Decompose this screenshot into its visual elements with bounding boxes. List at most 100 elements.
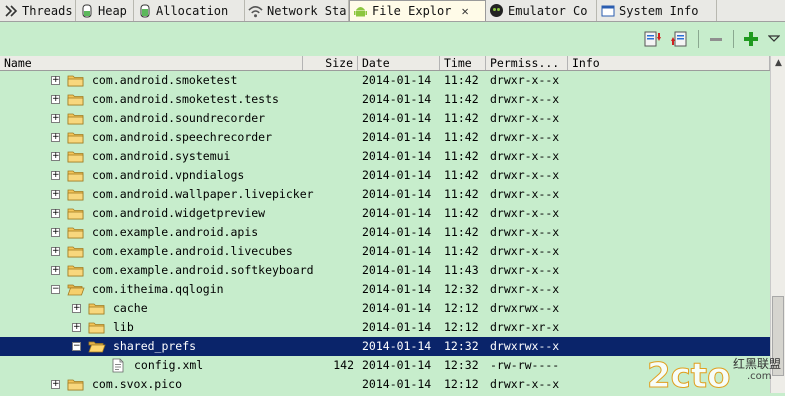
column-header-time[interactable]: Time xyxy=(440,56,486,70)
pull-file-button[interactable] xyxy=(643,29,663,49)
column-header-size[interactable]: Size xyxy=(303,56,358,70)
view-menu-icon xyxy=(768,35,780,42)
table-row[interactable]: + com.android.widgetpreview 2014-01-14 11:4… xyxy=(0,204,770,223)
expand-toggle-icon[interactable]: + xyxy=(72,323,81,332)
table-row[interactable]: + com.android.vpndialogs 2014-01-14 11:42 dr… xyxy=(0,166,770,185)
row-permissions: drwxr-x--x xyxy=(490,130,560,144)
open-folder-icon xyxy=(67,282,85,297)
scroll-up-arrow-icon[interactable]: ▲ xyxy=(772,57,785,70)
row-permissions: drwxr-x--x xyxy=(490,225,560,239)
row-date: 2014-01-14 xyxy=(362,130,432,144)
expand-toggle-icon[interactable]: + xyxy=(51,209,60,218)
row-name: cache xyxy=(113,301,148,315)
view-menu-button[interactable] xyxy=(766,29,782,49)
tab-label: Threads xyxy=(22,3,73,18)
row-time: 11:42 xyxy=(444,111,479,125)
expand-toggle-icon[interactable]: + xyxy=(51,76,60,85)
row-size xyxy=(303,242,354,261)
tab-network-sta[interactable]: Network Sta xyxy=(245,0,349,21)
row-date: 2014-01-14 xyxy=(362,73,432,87)
expand-toggle-icon[interactable]: + xyxy=(51,380,60,389)
expand-toggle-icon[interactable]: + xyxy=(51,171,60,180)
table-row[interactable]: + com.example.android.softkeyboard 2014-01… xyxy=(0,261,770,280)
row-permissions: drwxr-x--x xyxy=(490,206,560,220)
minus-icon xyxy=(710,38,722,41)
view-tab-bar: Threads Heap Allocation Network Sta File Exp… xyxy=(0,0,785,22)
column-header-date[interactable]: Date xyxy=(358,56,440,70)
expand-toggle-icon[interactable]: + xyxy=(72,304,81,313)
file-tree-table: + com.android.smoketest 2014-01-14 11:42 drw… xyxy=(0,71,770,393)
row-time: 11:42 xyxy=(444,149,479,163)
table-row[interactable]: + com.android.smoketest 2014-01-14 11:42 drw… xyxy=(0,71,770,90)
table-row[interactable]: + cache 2014-01-14 12:12 drwxrwx--x xyxy=(0,299,770,318)
table-row[interactable]: + com.android.smoketest.tests 2014-01-14 11… xyxy=(0,90,770,109)
column-header-permissions[interactable]: Permiss... xyxy=(486,56,568,70)
table-row[interactable]: + com.android.speechrecorder 2014-01-14 11:… xyxy=(0,128,770,147)
row-permissions: drwxr-x--x xyxy=(490,377,560,391)
row-time: 11:42 xyxy=(444,206,479,220)
open-folder-icon xyxy=(88,339,106,354)
table-row[interactable]: + lib 2014-01-14 12:12 drwxr-xr-x xyxy=(0,318,770,337)
row-permissions: drwxr-x--x xyxy=(490,73,560,87)
row-date: 2014-01-14 xyxy=(362,377,432,391)
column-header-info[interactable]: Info xyxy=(568,56,770,70)
expand-toggle-icon[interactable]: + xyxy=(51,114,60,123)
table-row[interactable]: + com.android.systemui 2014-01-14 11:42 drwx… xyxy=(0,147,770,166)
tab-system-info[interactable]: System Info xyxy=(597,0,717,21)
row-date: 2014-01-14 xyxy=(362,282,432,296)
row-permissions: drwxr-x--x xyxy=(490,282,560,296)
tab-allocation[interactable]: Allocation xyxy=(134,0,245,21)
folder-icon xyxy=(67,111,85,126)
table-row[interactable]: + com.android.wallpaper.livepicker 2014-01… xyxy=(0,185,770,204)
row-size xyxy=(303,375,354,393)
row-permissions: -rw-rw---- xyxy=(490,358,560,372)
folder-icon xyxy=(67,149,85,164)
expand-toggle-icon[interactable]: + xyxy=(51,95,60,104)
folder-icon xyxy=(67,73,85,88)
column-header-name[interactable]: Name xyxy=(0,56,303,70)
tab-label: Heap xyxy=(98,3,127,18)
row-permissions: drwxrwx--x xyxy=(490,339,560,353)
expand-toggle-icon[interactable]: + xyxy=(51,133,60,142)
expand-toggle-icon[interactable]: + xyxy=(51,266,60,275)
row-date: 2014-01-14 xyxy=(362,149,432,163)
tab-emulator-co[interactable]: Emulator Co xyxy=(486,0,597,21)
row-permissions: drwxrwx--x xyxy=(490,301,560,315)
tab-heap[interactable]: Heap xyxy=(76,0,134,21)
row-size xyxy=(303,223,354,242)
new-folder-button[interactable] xyxy=(741,29,761,49)
folder-icon xyxy=(67,263,85,278)
tab-label: Emulator Co xyxy=(508,3,588,18)
row-time: 11:42 xyxy=(444,225,479,239)
delete-button[interactable] xyxy=(706,29,726,49)
table-row[interactable]: + com.android.soundrecorder 2014-01-14 11:4… xyxy=(0,109,770,128)
expand-toggle-icon[interactable]: + xyxy=(51,247,60,256)
row-date: 2014-01-14 xyxy=(362,339,432,353)
collapse-toggle-icon[interactable]: − xyxy=(72,342,81,351)
toolbar-separator xyxy=(733,30,734,48)
watermark-logo: 2cto 红黑联盟 .com xyxy=(645,349,785,396)
tab-threads[interactable]: Threads xyxy=(0,0,76,21)
row-date: 2014-01-14 xyxy=(362,263,432,277)
push-file-button[interactable] xyxy=(669,29,689,49)
wifi-icon xyxy=(248,3,263,18)
close-tab-icon[interactable]: ✕ xyxy=(461,4,468,18)
expand-toggle-icon[interactable]: + xyxy=(51,228,60,237)
row-name: com.example.android.softkeyboard xyxy=(92,263,314,277)
table-row[interactable]: − com.itheima.qqlogin 2014-01-14 12:32 drwxr… xyxy=(0,280,770,299)
collapse-toggle-icon[interactable]: − xyxy=(51,285,60,294)
row-date: 2014-01-14 xyxy=(362,92,432,106)
row-time: 12:12 xyxy=(444,320,479,334)
table-row[interactable]: + com.example.android.livecubes 2014-01-14… xyxy=(0,242,770,261)
row-name: shared_prefs xyxy=(113,339,197,353)
tab-file-explor[interactable]: File Explor ✕ xyxy=(349,0,486,21)
expand-toggle-icon[interactable]: + xyxy=(51,152,60,161)
vertical-scrollbar[interactable]: ▲ xyxy=(770,56,785,393)
row-size xyxy=(303,299,354,318)
row-date: 2014-01-14 xyxy=(362,244,432,258)
expand-toggle-icon[interactable]: + xyxy=(51,190,60,199)
table-row[interactable]: + com.example.android.apis 2014-01-14 11:42… xyxy=(0,223,770,242)
watermark-domain: .com xyxy=(747,371,772,382)
row-size: 142 xyxy=(333,358,354,372)
folder-icon xyxy=(67,168,85,183)
